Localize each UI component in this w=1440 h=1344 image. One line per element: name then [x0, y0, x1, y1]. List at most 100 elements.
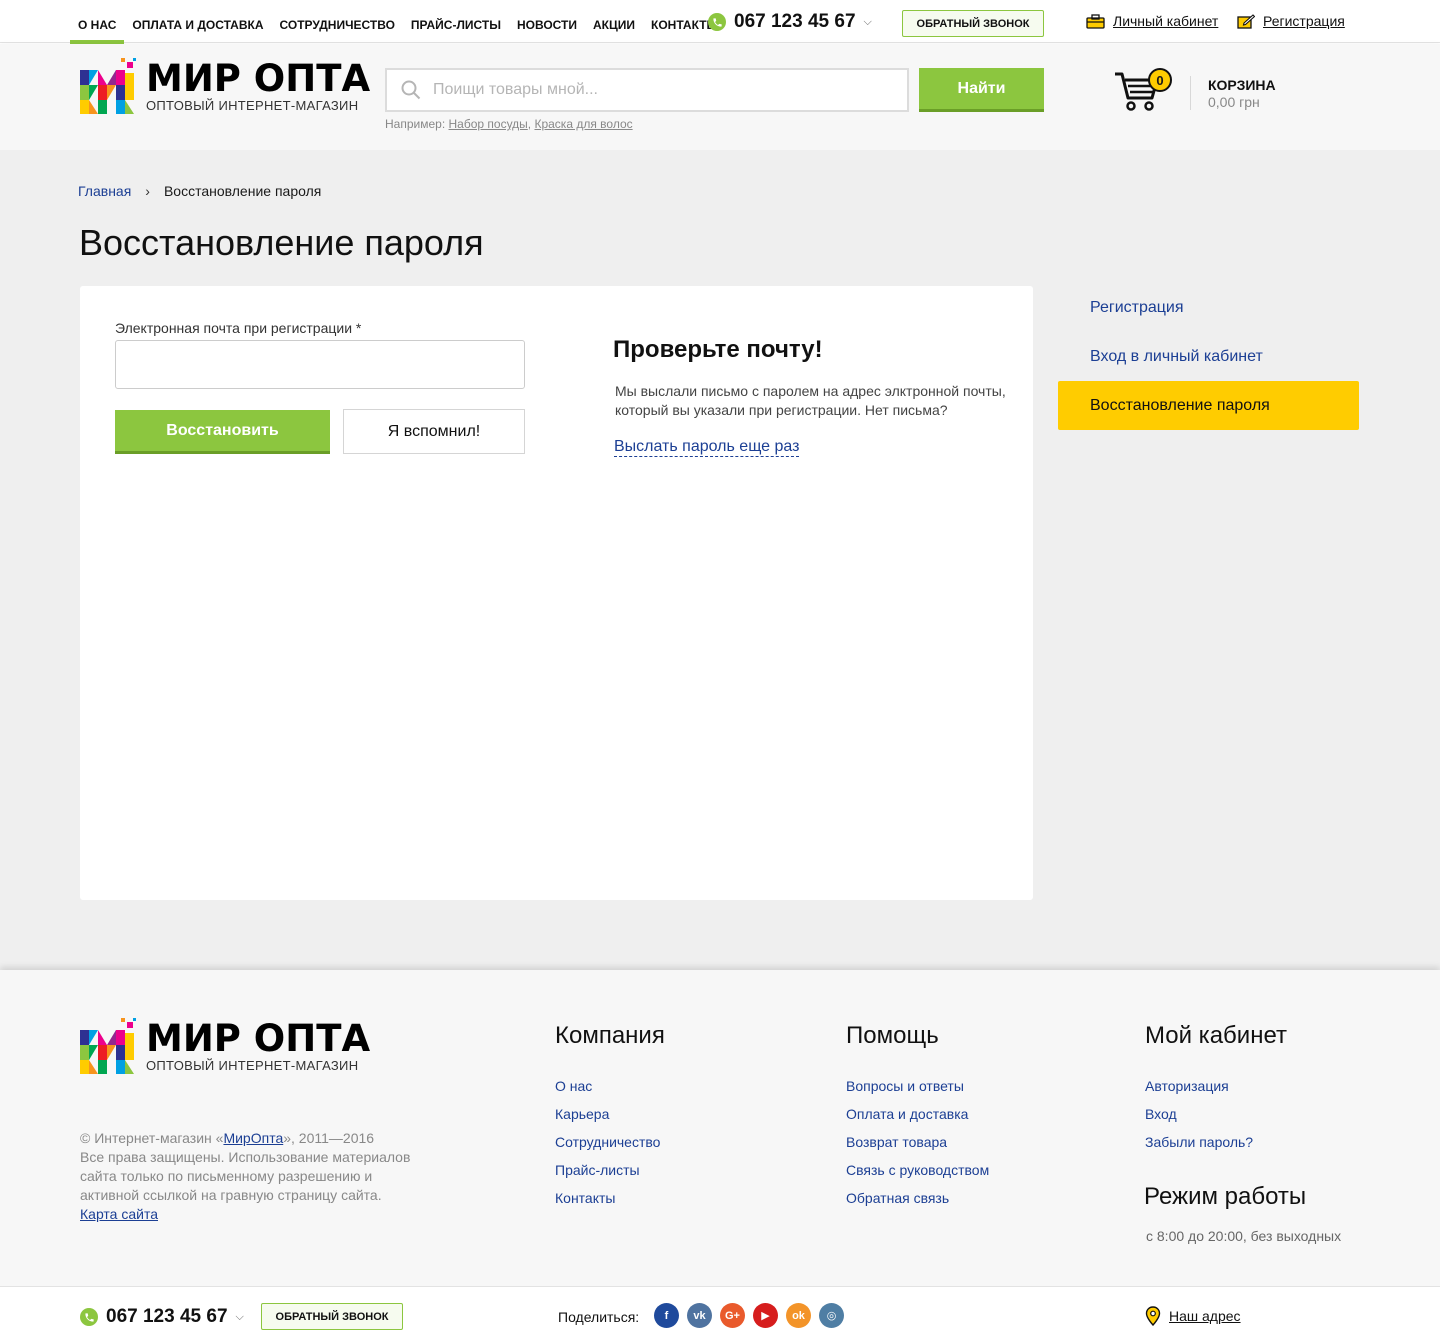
password-recovery-card: Электронная почта при регистрации * Восс… — [80, 286, 1033, 900]
footer-link-faq[interactable]: Вопросы и ответы — [846, 1072, 989, 1100]
sitemap-link[interactable]: Карта сайта — [80, 1206, 158, 1222]
breadcrumb-current: Восстановление пароля — [163, 183, 322, 199]
footer-link-contacts[interactable]: Контакты — [555, 1184, 665, 1212]
remember-button[interactable]: Я вспомнил! — [343, 409, 525, 454]
copyright-suffix: », 2011—2016 — [283, 1130, 375, 1146]
topnav-item-price-lists[interactable]: Прайс-листы — [403, 0, 509, 43]
phone-icon — [80, 1308, 98, 1326]
check-mail-text: Мы выслали письмо с паролем на адрес элк… — [615, 383, 1006, 418]
copyright-brand-link[interactable]: МирОпта — [223, 1130, 283, 1146]
youtube-icon[interactable]: ▶ — [753, 1303, 778, 1328]
bottom-callback-button[interactable]: Обратный звонок — [261, 1303, 403, 1330]
social-share-icons: f vk G+ ▶ ok ◎ — [654, 1303, 844, 1328]
breadcrumb-separator: › — [145, 183, 150, 199]
facebook-icon[interactable]: f — [654, 1303, 679, 1328]
topnav-item-about[interactable]: О нас — [70, 0, 125, 44]
footer-link-returns[interactable]: Возврат товара — [846, 1128, 989, 1156]
breadcrumb-home-link[interactable]: Главная — [78, 183, 131, 199]
bottom-phone-number[interactable]: 067 123 45 67 — [106, 1306, 228, 1328]
work-hours-title: Режим работы — [1144, 1183, 1307, 1210]
cart-title[interactable]: Корзина — [1208, 77, 1276, 93]
main-content: Главная › Восстановление пароля Восстано… — [0, 150, 1440, 970]
search-hint-prefix: Например: — [385, 117, 446, 131]
side-menu-item-registration[interactable]: Регистрация — [1058, 283, 1359, 332]
vk-icon[interactable]: vk — [687, 1303, 712, 1328]
footer-column-title: Помощь — [846, 1022, 939, 1049]
search-hint-link-hair-dye[interactable]: Краска для волос — [534, 117, 632, 131]
footer-link-forgot-password[interactable]: Забыли пароль? — [1145, 1128, 1287, 1156]
footer-link-login[interactable]: Вход — [1145, 1100, 1287, 1128]
copyright-prefix: © Интернет-магазин « — [80, 1130, 224, 1146]
resend-password-link[interactable]: Выслать пароль еще раз — [614, 438, 800, 457]
map-pin-icon — [1145, 1306, 1161, 1326]
footer-link-price-lists[interactable]: Прайс-листы — [555, 1156, 665, 1184]
callback-button[interactable]: Обратный звонок — [902, 10, 1044, 37]
odnoklassniki-icon[interactable]: ok — [786, 1303, 811, 1328]
footer-link-cooperation[interactable]: Сотрудничество — [555, 1128, 665, 1156]
account-link-label[interactable]: Личный кабинет — [1113, 13, 1218, 29]
footer-logo-title: МИР ОПТА — [146, 1017, 371, 1060]
topnav-item-payment-delivery[interactable]: Оплата и доставка — [124, 0, 271, 43]
footer-link-feedback[interactable]: Обратная связь — [846, 1184, 989, 1212]
topnav-item-promotions[interactable]: Акции — [585, 0, 643, 43]
copyright-rights: Все права защищены. Использование матери… — [80, 1149, 411, 1203]
logo-mark-icon — [80, 58, 136, 114]
register-link[interactable]: Регистрация — [1237, 13, 1345, 29]
cart-divider — [1190, 76, 1191, 110]
copyright: © Интернет-магазин «МирОпта», 2011—2016 … — [80, 1129, 420, 1205]
top-bar: О нас Оплата и доставка Сотрудничество П… — [0, 0, 1440, 44]
cart-count-badge: 0 — [1148, 68, 1172, 92]
logo[interactable]: МИР ОПТА ОПТОВЫЙ ИНТЕРНЕТ-МАГАЗИН — [80, 58, 370, 114]
search-button[interactable]: Найти — [919, 68, 1044, 112]
email-field[interactable] — [115, 340, 525, 389]
topnav-item-cooperation[interactable]: Сотрудничество — [272, 0, 403, 43]
top-phone[interactable]: 067 123 45 67 ⌵ — [708, 11, 872, 33]
footer-link-payment-delivery[interactable]: Оплата и доставка — [846, 1100, 989, 1128]
address-link-label[interactable]: Наш адрес — [1169, 1308, 1241, 1324]
side-menu-item-login[interactable]: Вход в личный кабинет — [1058, 332, 1359, 381]
footer-link-management-contact[interactable]: Связь с руководством — [846, 1156, 989, 1184]
share-label: Поделиться: — [558, 1309, 640, 1325]
cart-button[interactable]: 0 — [1114, 68, 1174, 116]
footer-link-career[interactable]: Карьера — [555, 1100, 665, 1128]
chevron-down-icon[interactable]: ⌵ — [864, 16, 872, 29]
search-hint: Например: Набор посуды, Краска для волос — [385, 117, 633, 131]
google-plus-icon[interactable]: G+ — [720, 1303, 745, 1328]
top-nav: О нас Оплата и доставка Сотрудничество П… — [70, 0, 726, 44]
side-menu-item-password-recovery[interactable]: Восстановление пароля — [1058, 381, 1359, 430]
edit-icon — [1237, 13, 1255, 29]
phone-number[interactable]: 067 123 45 67 — [734, 11, 856, 33]
search-hint-link-dishes[interactable]: Набор посуды — [449, 117, 528, 131]
topnav-item-news[interactable]: Новости — [509, 0, 585, 43]
footer-column-title: Компания — [555, 1022, 665, 1049]
instagram-icon[interactable]: ◎ — [819, 1303, 844, 1328]
site-header: МИР ОПТА ОПТОВЫЙ ИНТЕРНЕТ-МАГАЗИН Найти … — [0, 44, 1440, 150]
account-side-menu: Регистрация Вход в личный кабинет Восста… — [1058, 283, 1359, 430]
footer-column-title: Мой кабинет — [1145, 1022, 1288, 1049]
address-link[interactable]: Наш адрес — [1145, 1306, 1241, 1326]
footer-column-company: Компания О нас Карьера Сотрудничество Пр… — [555, 1022, 665, 1212]
phone-icon — [708, 13, 726, 31]
footer-link-authorization[interactable]: Авторизация — [1145, 1072, 1287, 1100]
footer-link-about[interactable]: О нас — [555, 1072, 665, 1100]
briefcase-icon — [1086, 13, 1105, 29]
restore-button[interactable]: Восстановить — [115, 410, 330, 454]
chevron-down-icon[interactable]: ⌵ — [236, 1311, 244, 1324]
logo-title: МИР ОПТА — [146, 57, 371, 100]
bottom-phone[interactable]: 067 123 45 67 ⌵ — [80, 1306, 244, 1328]
page-title: Восстановление пароля — [79, 222, 484, 263]
work-hours-text: с 8:00 до 20:00, без выходных — [1146, 1228, 1342, 1244]
breadcrumb: Главная › Восстановление пароля — [78, 183, 321, 199]
bottom-bar: 067 123 45 67 ⌵ Обратный звонок Поделить… — [0, 1286, 1440, 1344]
register-link-label[interactable]: Регистрация — [1263, 13, 1345, 29]
footer-column-my-account: Мой кабинет Авторизация Вход Забыли паро… — [1145, 1022, 1287, 1156]
site-footer: МИР ОПТА ОПТОВЫЙ ИНТЕРНЕТ-МАГАЗИН © Инте… — [0, 970, 1440, 1286]
logo-mark-icon — [80, 1018, 136, 1074]
logo-subtitle: ОПТОВЫЙ ИНТЕРНЕТ-МАГАЗИН — [146, 98, 359, 113]
search-icon — [401, 80, 421, 100]
footer-column-help: Помощь Вопросы и ответы Оплата и доставк… — [846, 1022, 989, 1212]
footer-logo[interactable]: МИР ОПТА ОПТОВЫЙ ИНТЕРНЕТ-МАГАЗИН — [80, 1018, 370, 1074]
search-input[interactable] — [433, 81, 873, 99]
account-link[interactable]: Личный кабинет — [1086, 13, 1218, 29]
cart-sum: 0,00 грн — [1208, 94, 1260, 110]
